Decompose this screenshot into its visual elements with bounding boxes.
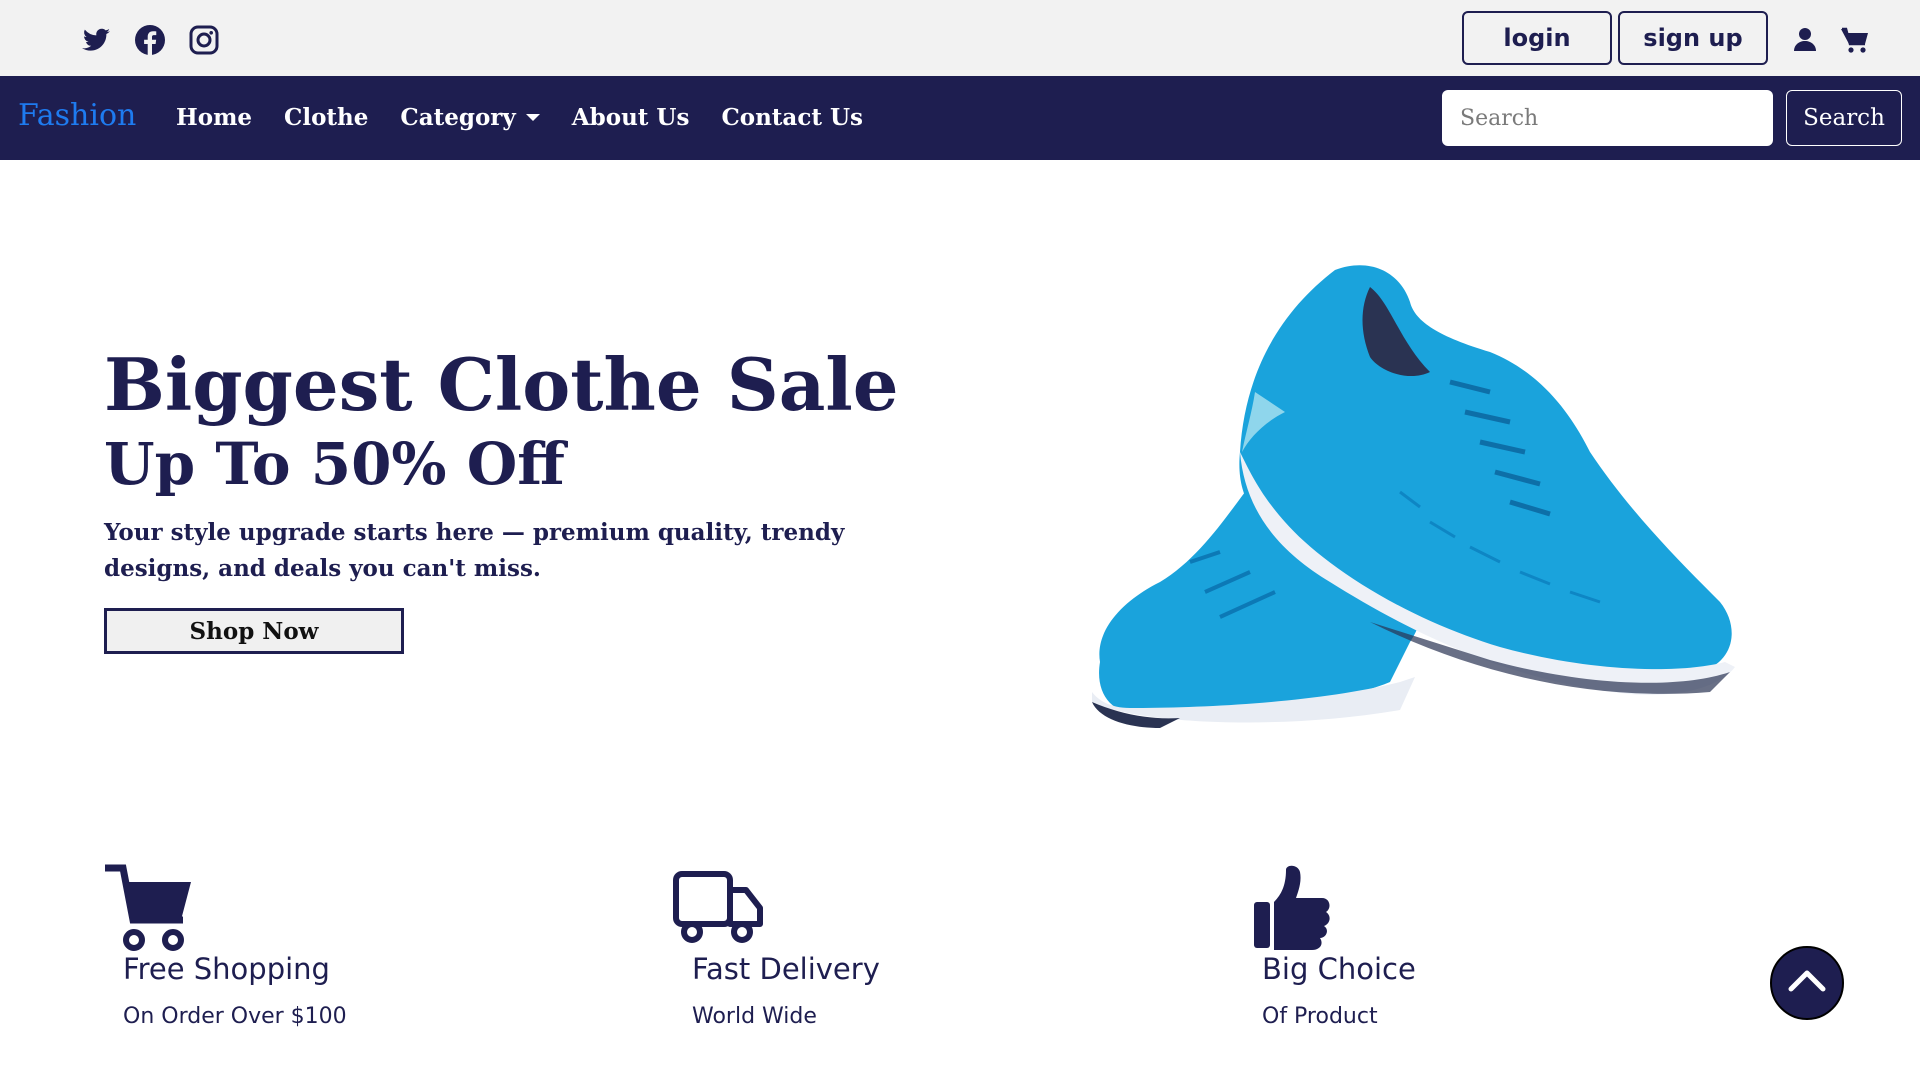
login-button[interactable]: login [1462, 11, 1612, 65]
brand-logo[interactable]: Fashion [18, 98, 136, 133]
search-button[interactable]: Search [1786, 90, 1902, 146]
chevron-up-icon [1785, 959, 1829, 1007]
nav-category-label: Category [400, 104, 516, 131]
user-icon[interactable] [1790, 25, 1820, 55]
feature-free-shopping: Free Shopping On Order Over $100 [103, 862, 503, 1029]
signup-button[interactable]: sign up [1618, 11, 1768, 65]
hero-subtitle: Up To 50% Off [104, 430, 565, 498]
feature-subtitle: Of Product [1262, 1004, 1378, 1029]
blue-sneakers-image [1070, 262, 1750, 742]
caret-down-icon [525, 114, 540, 121]
top-bar: login sign up [0, 0, 1920, 76]
feature-subtitle: On Order Over $100 [123, 1004, 347, 1029]
twitter-icon[interactable] [80, 24, 112, 56]
facebook-icon[interactable] [134, 24, 166, 56]
feature-title: Big Choice [1262, 952, 1416, 986]
search-input[interactable] [1442, 90, 1773, 146]
instagram-icon[interactable] [188, 24, 220, 56]
feature-fast-delivery: Fast Delivery World Wide [672, 862, 1072, 1029]
hero-title: Biggest Clothe Sale [104, 342, 899, 427]
nav-about-us[interactable]: About Us [572, 104, 690, 131]
feature-subtitle: World Wide [692, 1004, 817, 1029]
social-links [80, 24, 220, 56]
nav-clothe[interactable]: Clothe [284, 104, 368, 131]
feature-title: Free Shopping [123, 952, 330, 986]
nav-category-dropdown[interactable]: Category [400, 104, 540, 131]
thumbs-up-icon [1242, 862, 1334, 954]
nav-contact-us[interactable]: Contact Us [721, 104, 863, 131]
feature-title: Fast Delivery [692, 952, 880, 986]
scroll-to-top-button[interactable] [1770, 946, 1844, 1020]
cart-icon[interactable] [1840, 25, 1870, 55]
cart-icon [103, 862, 195, 954]
main-navbar: Fashion Home Clothe Category About Us Co… [0, 76, 1920, 160]
shop-now-button[interactable]: Shop Now [104, 608, 404, 654]
nav-links: Home Clothe Category About Us Contact Us [176, 104, 863, 131]
nav-home[interactable]: Home [176, 104, 252, 131]
feature-big-choice: Big Choice Of Product [1242, 862, 1642, 1029]
hero-description: Your style upgrade starts here — premium… [104, 519, 845, 582]
truck-icon [672, 862, 764, 954]
